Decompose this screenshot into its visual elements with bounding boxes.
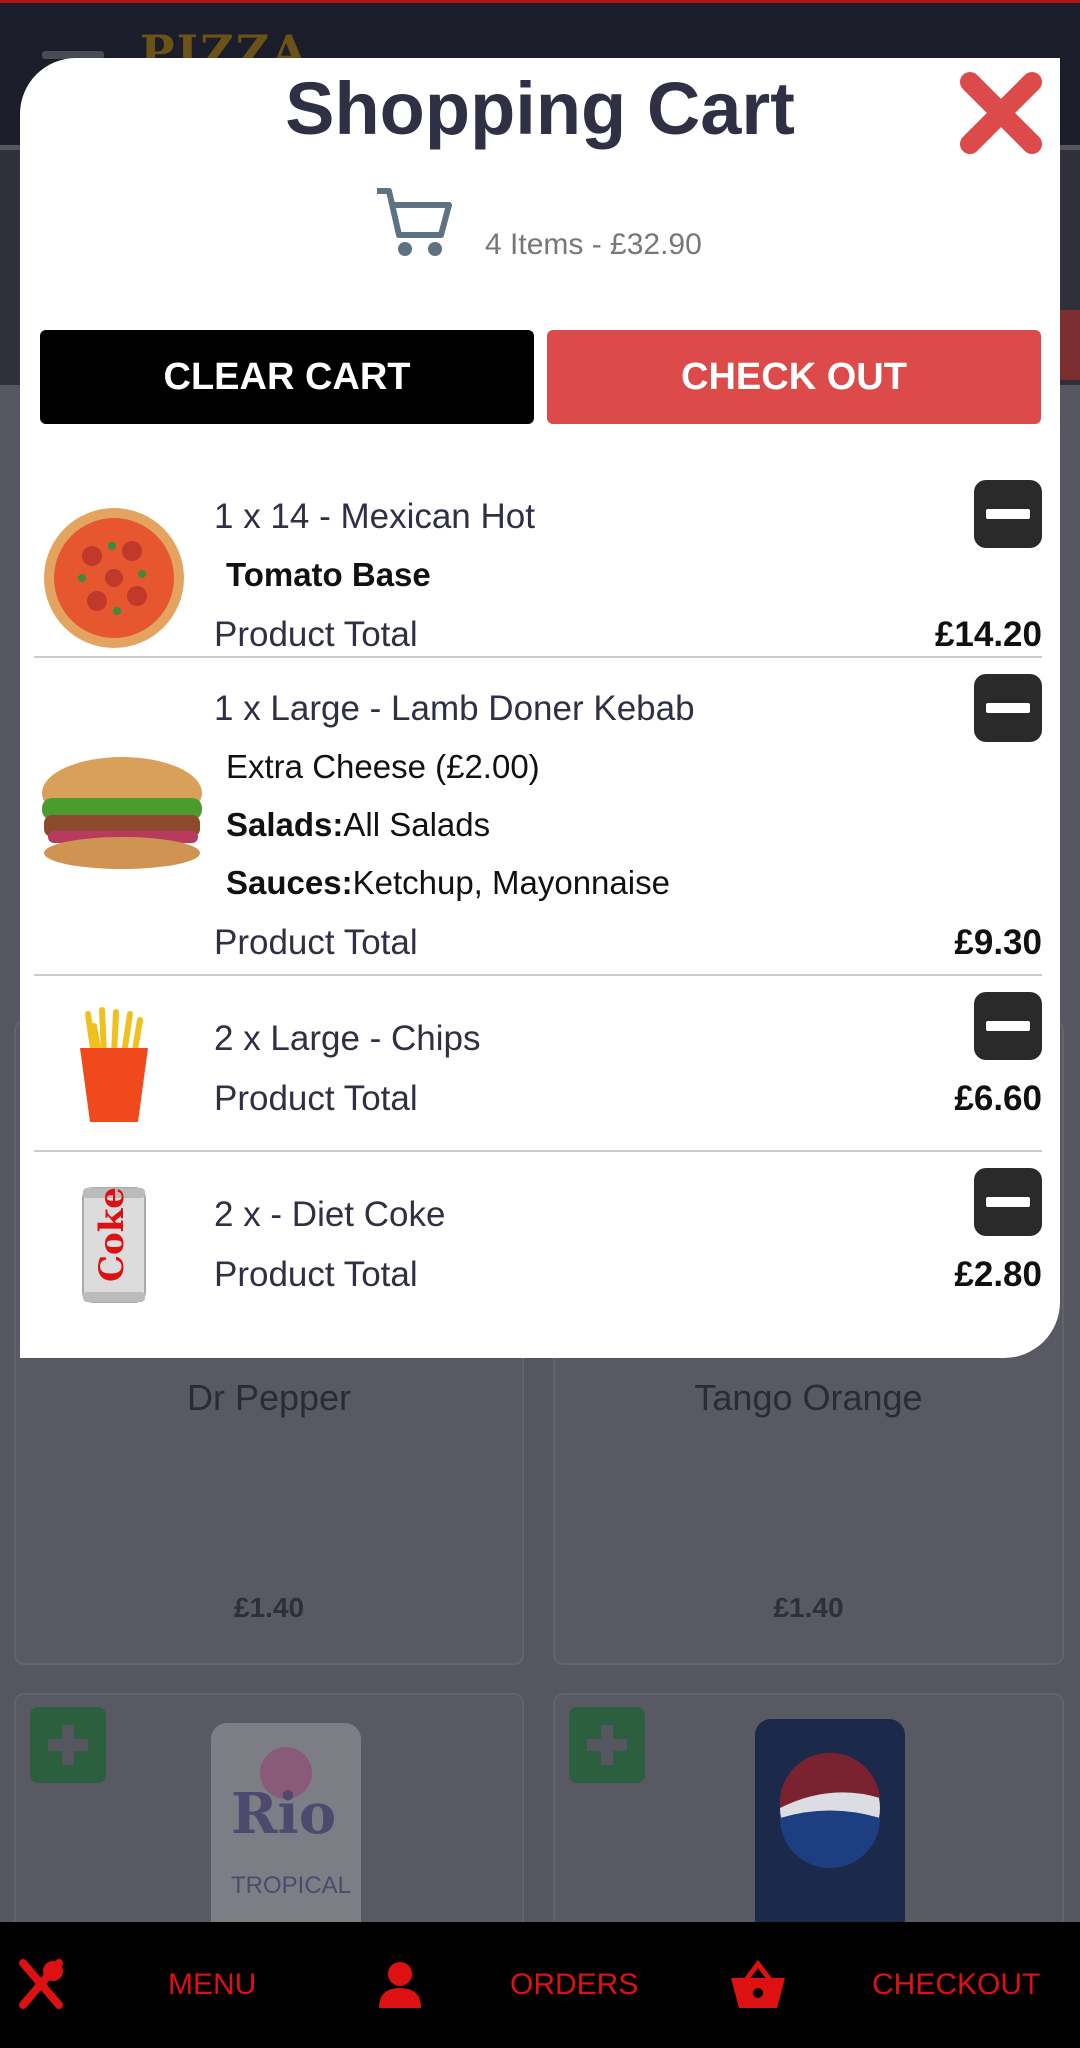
remove-item-button[interactable]: [974, 480, 1042, 548]
item-price: £6.60: [954, 1079, 1042, 1118]
item-option: Extra Cheese (£2.00): [226, 748, 540, 785]
close-icon[interactable]: [956, 68, 1046, 158]
basket-icon: [728, 1955, 788, 2015]
user-icon: [370, 1955, 430, 2015]
item-total-label: Product Total: [214, 615, 418, 654]
diet-coke-image: Coke: [34, 1182, 194, 1307]
rio-can-image: Rio TROPICAL: [211, 1723, 361, 1943]
item-option: Tomato Base: [226, 556, 431, 593]
utensils-icon: [10, 1955, 70, 2015]
product-name: Dr Pepper: [186, 1377, 352, 1418]
item-title: 1 x Large - Lamb Doner Kebab: [214, 689, 695, 728]
cart-icon: [375, 183, 455, 267]
item-total-label: Product Total: [214, 923, 418, 962]
item-title: 2 x Large - Chips: [214, 1019, 481, 1058]
item-total-label: Product Total: [214, 1079, 418, 1118]
checkout-button[interactable]: CHECK OUT: [547, 330, 1041, 424]
svg-text:Coke: Coke: [92, 1187, 132, 1282]
shopping-cart-modal: Shopping Cart 4 Items - £32.90 CLEAR CAR…: [20, 58, 1060, 1358]
product-card[interactable]: Rio TROPICAL: [14, 1693, 524, 1953]
cart-item: 2 x Large - Chips Product Total £6.60: [34, 976, 1042, 1152]
nav-menu-label: MENU: [168, 1968, 257, 2001]
item-total-label: Product Total: [214, 1255, 418, 1294]
cart-summary: 4 Items - £32.90: [375, 183, 702, 267]
svg-text:TROPICAL: TROPICAL: [231, 1872, 351, 1899]
remove-item-button[interactable]: [974, 1168, 1042, 1236]
product-card[interactable]: [553, 1693, 1064, 1953]
kebab-image: [34, 748, 209, 878]
item-option: Sauces:Ketchup, Mayonnaise: [226, 864, 670, 901]
pizza-image: [34, 503, 194, 653]
nav-orders[interactable]: ORDERS: [370, 1955, 638, 2015]
item-price: £2.80: [954, 1255, 1042, 1294]
item-total-row: Product Total £6.60: [214, 1068, 1042, 1130]
cart-items-list: 1 x 14 - Mexican Hot Tomato Base Product…: [34, 458, 1042, 1322]
cart-item: 1 x 14 - Mexican Hot Tomato Base Product…: [34, 458, 1042, 658]
item-title: 1 x 14 - Mexican Hot: [214, 497, 535, 536]
item-price: £9.30: [954, 923, 1042, 962]
product-price: £1.40: [773, 1592, 844, 1623]
remove-item-button[interactable]: [974, 674, 1042, 742]
svg-text:Rio: Rio: [231, 1781, 336, 1847]
item-title: 2 x - Diet Coke: [214, 1195, 446, 1234]
cart-item: Coke 2 x - Diet Coke Product Total £2.80: [34, 1152, 1042, 1322]
nav-orders-label: ORDERS: [510, 1968, 639, 2001]
product-name: Tango Orange: [694, 1377, 923, 1418]
nav-checkout[interactable]: CHECKOUT: [728, 1955, 1040, 2015]
nav-menu[interactable]: MENU: [10, 1955, 256, 2015]
pepsi-can-image: [755, 1719, 905, 1943]
item-option: Salads:All Salads: [226, 806, 491, 843]
chips-image: [34, 1006, 194, 1126]
cart-item: 1 x Large - Lamb Doner Kebab Extra Chees…: [34, 658, 1042, 976]
modal-title: Shopping Cart: [285, 67, 795, 150]
add-icon[interactable]: [569, 1707, 645, 1783]
item-total-row: Product Total £2.80: [214, 1244, 1042, 1306]
product-price: £1.40: [233, 1592, 305, 1623]
item-price: £14.20: [934, 615, 1042, 654]
item-total-row: Product Total £9.30: [214, 912, 1042, 974]
clear-cart-button[interactable]: CLEAR CART: [40, 330, 534, 424]
nav-checkout-label: CHECKOUT: [872, 1968, 1041, 2001]
remove-item-button[interactable]: [974, 992, 1042, 1060]
bottom-nav: MENU ORDERS CHECKOUT: [0, 1922, 1080, 2048]
cart-count: 4 Items - £32.90: [485, 228, 702, 261]
item-total-row: Product Total £14.20: [214, 604, 1042, 666]
add-icon[interactable]: [30, 1707, 106, 1783]
